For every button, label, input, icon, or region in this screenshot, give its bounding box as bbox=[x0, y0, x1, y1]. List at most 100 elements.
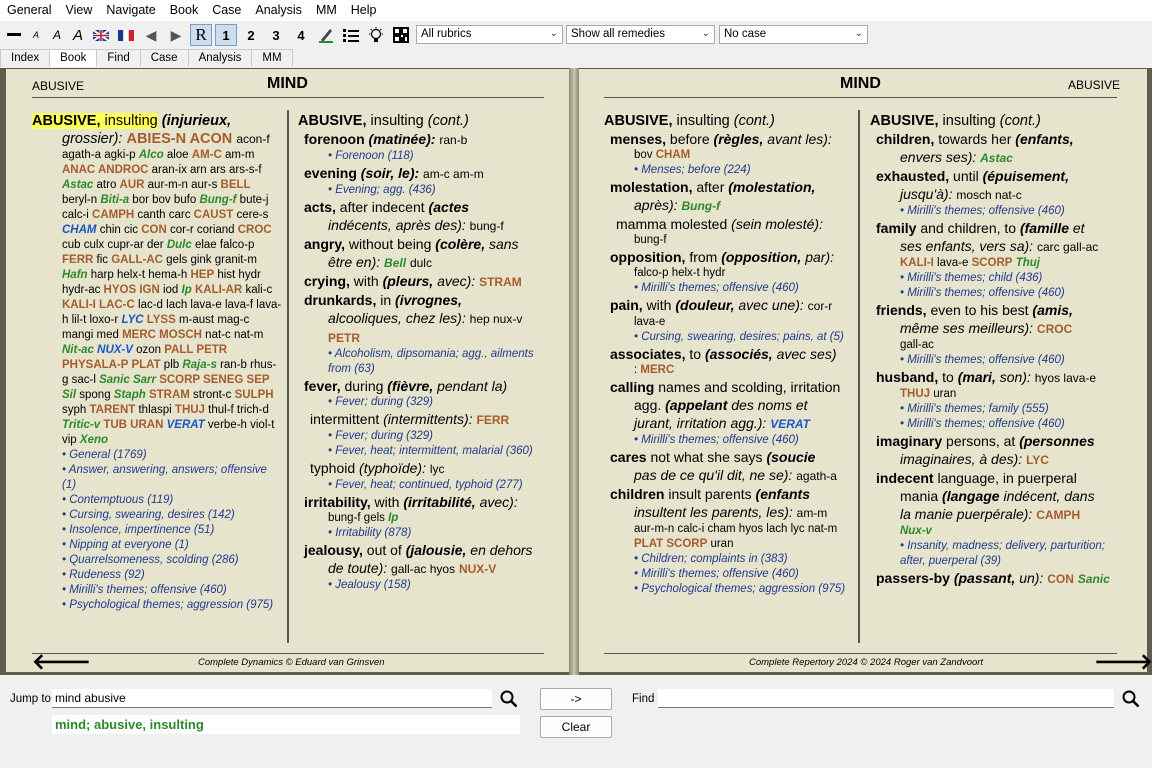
xref-link[interactable]: • Mirilli's themes; offensive (460) bbox=[604, 433, 854, 448]
menu-navigate[interactable]: Navigate bbox=[99, 0, 162, 21]
xref-link[interactable]: • Cursing, swearing, desires; pains, at … bbox=[604, 330, 854, 345]
xref-link[interactable]: • Mirilli's themes; offensive (460) bbox=[32, 583, 282, 598]
subrubric[interactable]: drunkards, in (ivrognes, alcooliques, che… bbox=[298, 291, 548, 347]
xref-link[interactable]: • Mirilli's themes; offensive (460) bbox=[604, 567, 854, 582]
remedy-list[interactable]: THUJ uran bbox=[870, 387, 1120, 402]
rubrics-filter-select[interactable]: All rubrics ⌄ bbox=[416, 25, 563, 44]
xref-link[interactable]: • Fever; during (329) bbox=[298, 395, 548, 410]
subrubric[interactable]: opposition, from (opposition, par): bbox=[604, 248, 854, 266]
xref-link[interactable]: • Mirilli's themes; offensive (460) bbox=[870, 286, 1120, 301]
level-4-button[interactable]: 4 bbox=[290, 24, 312, 46]
subrubric[interactable]: molestation, after (molestation, après): … bbox=[604, 178, 854, 215]
remedy-list[interactable]: lava-e bbox=[604, 315, 854, 330]
xref-link[interactable]: • Psychological themes; aggression (975) bbox=[604, 582, 854, 597]
xref-link[interactable]: • Mirilli's themes; offensive (460) bbox=[870, 353, 1120, 368]
subrubric[interactable]: jealousy, out of (jalousie, en dehors de … bbox=[298, 541, 548, 578]
remedy-list[interactable]: gall-ac bbox=[870, 338, 1120, 353]
xref-link[interactable]: • Irritability (878) bbox=[298, 526, 548, 541]
subrubric[interactable]: associates, to (associés, avec ses) bbox=[604, 345, 854, 363]
flag-uk-icon[interactable] bbox=[90, 24, 112, 46]
subrubric[interactable]: forenoon (matinée): ran-b bbox=[298, 130, 548, 149]
remedy-list[interactable]: bov CHAM bbox=[604, 148, 854, 163]
remedy-list[interactable]: bung-f gels Ip bbox=[298, 511, 548, 526]
xref-link[interactable]: • Cursing, swearing, desires (142) bbox=[32, 508, 282, 523]
lightbulb-icon[interactable] bbox=[365, 24, 387, 46]
xref-link[interactable]: • Rudeness (92) bbox=[32, 568, 282, 583]
subrubric[interactable]: children insult parents (enfants insulten… bbox=[604, 485, 854, 522]
tab-case[interactable]: Case bbox=[139, 49, 189, 67]
subrubric[interactable]: angry, without being (colère, sans être e… bbox=[298, 235, 548, 272]
search-icon[interactable] bbox=[500, 690, 518, 708]
back-icon[interactable]: ◀ bbox=[140, 24, 162, 46]
case-select[interactable]: No case ⌄ bbox=[719, 25, 868, 44]
xref-link[interactable]: • General (1769) bbox=[32, 448, 282, 463]
remedy-list[interactable]: KALI-I lava-e SCORP Thuj bbox=[870, 256, 1120, 271]
jump-result[interactable]: mind; abusive, insulting bbox=[52, 715, 520, 734]
subrubric[interactable]: mamma molested (sein molesté): bbox=[604, 215, 854, 233]
find-input[interactable] bbox=[658, 689, 1114, 708]
xref-link[interactable]: • Mirilli's themes; offensive (460) bbox=[870, 204, 1120, 219]
next-page-arrow-icon[interactable]: 🡒 bbox=[1094, 649, 1152, 675]
subrubric[interactable]: passers-by (passant, un): CON Sanic bbox=[870, 569, 1120, 588]
subrubric[interactable]: friends, even to his best (amis, même ses… bbox=[870, 301, 1120, 338]
subrubric[interactable]: acts, after indecent (actes indécents, ap… bbox=[298, 198, 548, 235]
repertory-r-button[interactable]: R bbox=[190, 24, 212, 46]
tab-mm[interactable]: MM bbox=[251, 49, 293, 67]
remedy-list[interactable]: aur-m-n calc-i cham hyos lach lyc nat-m … bbox=[604, 522, 854, 552]
font-larger-icon[interactable]: A bbox=[69, 24, 87, 46]
xref-link[interactable]: • Mirilli's themes; family (555) bbox=[870, 402, 1120, 417]
subrubric[interactable]: menses, before (règles, avant les): bbox=[604, 130, 854, 148]
xref-link[interactable]: • Mirilli's themes; offensive (460) bbox=[870, 417, 1120, 432]
subrubric[interactable]: cares not what she says (soucie pas de ce… bbox=[604, 448, 854, 485]
subrubric[interactable]: children, towards her (enfants, envers se… bbox=[870, 130, 1120, 167]
xref-link[interactable]: • Jealousy (158) bbox=[298, 578, 548, 593]
xref-link[interactable]: • Insolence, impertinence (51) bbox=[32, 523, 282, 538]
tab-find[interactable]: Find bbox=[96, 49, 141, 67]
menu-mm[interactable]: MM bbox=[309, 0, 344, 21]
xref-link[interactable]: • Mirilli's themes; offensive (460) bbox=[604, 281, 854, 296]
flag-fr-icon[interactable] bbox=[115, 24, 137, 46]
tab-book[interactable]: Book bbox=[49, 49, 98, 67]
xref-link[interactable]: • Contemptuous (119) bbox=[32, 493, 282, 508]
xref-link[interactable]: • Fever; during (329) bbox=[298, 429, 548, 444]
remedy-list[interactable]: falco-p helx-t hydr bbox=[604, 266, 854, 281]
subrubric[interactable]: intermittent (intermittents): FERR bbox=[298, 410, 548, 429]
menu-analysis[interactable]: Analysis bbox=[248, 0, 309, 21]
xref-link[interactable]: • Alcoholism, dipsomania; agg., ailments… bbox=[298, 347, 548, 377]
xref-link[interactable]: • Menses; before (224) bbox=[604, 163, 854, 178]
xref-link[interactable]: • Answer, answering, answers; offensive … bbox=[32, 463, 282, 493]
level-1-button[interactable]: 1 bbox=[215, 24, 237, 46]
subrubric[interactable]: crying, with (pleurs, avec): STRAM bbox=[298, 272, 548, 291]
remedy-list[interactable]: Nux-v bbox=[870, 524, 1120, 539]
tab-index[interactable]: Index bbox=[0, 49, 51, 67]
xref-link[interactable]: • Insanity, madness; delivery, parturiti… bbox=[870, 539, 1120, 569]
menu-book[interactable]: Book bbox=[163, 0, 206, 21]
subrubric[interactable]: evening (soir, le): am-c am-m bbox=[298, 164, 548, 183]
xref-link[interactable]: • Evening; agg. (436) bbox=[298, 183, 548, 198]
remedy-list[interactable]: : MERC bbox=[604, 363, 854, 378]
jump-to-input[interactable]: mind abusive bbox=[52, 689, 492, 708]
xref-link[interactable]: • Fever, heat; continued, typhoid (277) bbox=[298, 478, 548, 493]
forward-icon[interactable]: ▶ bbox=[165, 24, 187, 46]
level-2-button[interactable]: 2 bbox=[240, 24, 262, 46]
subrubric[interactable]: typhoid (typhoïde): lyc bbox=[298, 459, 548, 478]
subrubric[interactable]: pain, with (douleur, avec une): cor-r bbox=[604, 296, 854, 315]
qr-grid-icon[interactable] bbox=[390, 24, 412, 46]
prev-page-arrow-icon[interactable]: 🡐 bbox=[32, 649, 91, 675]
tab-analysis[interactable]: Analysis bbox=[187, 49, 253, 67]
menu-general[interactable]: General bbox=[0, 0, 58, 21]
menu-view[interactable]: View bbox=[58, 0, 99, 21]
xref-link[interactable]: • Mirilli's themes; child (436) bbox=[870, 271, 1120, 286]
go-button[interactable]: -> bbox=[540, 688, 612, 710]
list-icon[interactable] bbox=[340, 24, 362, 46]
subrubric[interactable]: fever, during (fièvre, pendant la) bbox=[298, 377, 548, 395]
menu-case[interactable]: Case bbox=[205, 0, 248, 21]
level-3-button[interactable]: 3 bbox=[265, 24, 287, 46]
remedy-list[interactable]: bung-f bbox=[604, 233, 854, 248]
subrubric[interactable]: husband, to (mari, son): hyos lava-e bbox=[870, 368, 1120, 387]
subrubric[interactable]: irritability, with (irritabilité, avec): bbox=[298, 493, 548, 511]
menu-help[interactable]: Help bbox=[344, 0, 384, 21]
search-icon[interactable] bbox=[1122, 690, 1140, 708]
subrubric[interactable]: indecent language, in puerperal mania (la… bbox=[870, 469, 1120, 524]
subrubric[interactable]: calling names and scolding, irritation ag… bbox=[604, 378, 854, 433]
